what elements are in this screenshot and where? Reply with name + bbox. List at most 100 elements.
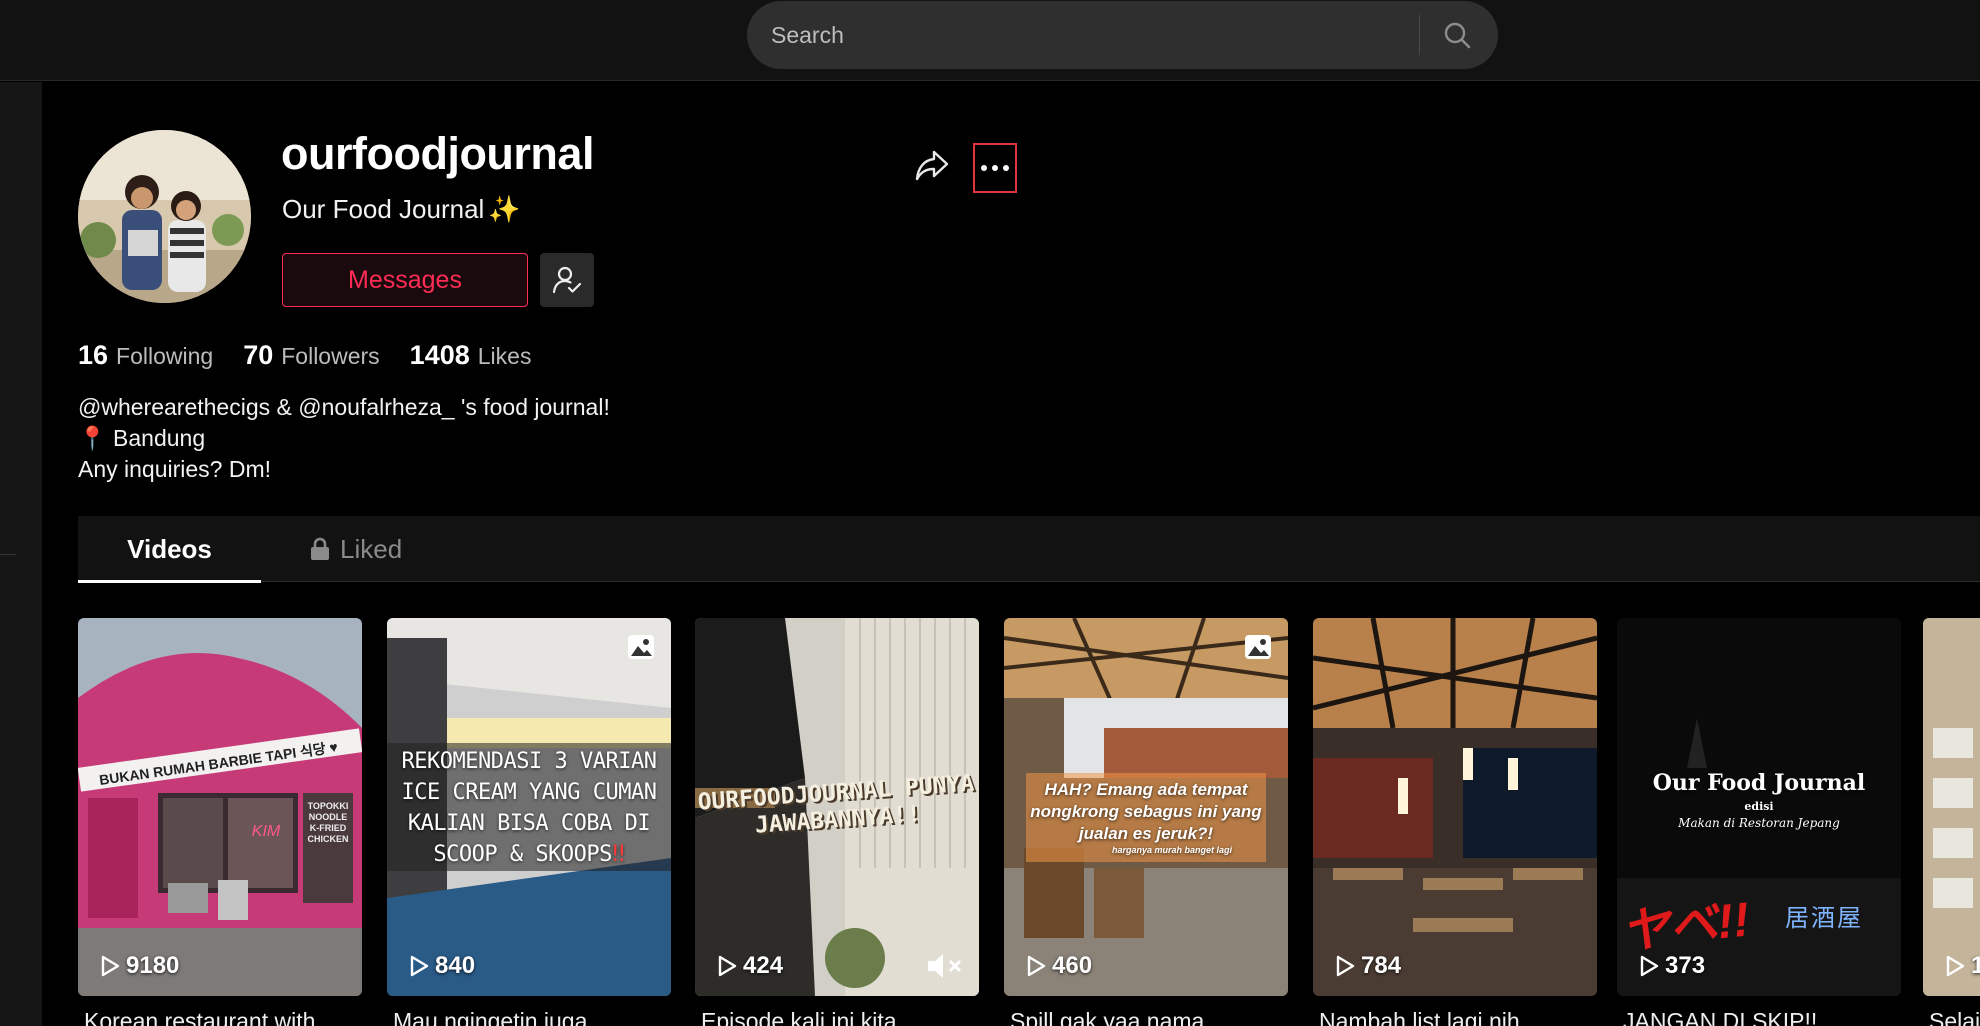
tab-liked[interactable]: Liked xyxy=(310,516,402,582)
view-count-value: 840 xyxy=(435,952,476,979)
thumbnail-image: BUKAN RUMAH BARBIE TAPI 식당 ♥ KIM TOPOKKI… xyxy=(78,618,362,996)
bio-line-1: @wherearethecigs & @noufalrheza_ 's food… xyxy=(78,394,610,420)
tab-videos[interactable]: Videos xyxy=(78,516,261,583)
left-sidebar xyxy=(0,82,42,1026)
video-caption[interactable]: Korean restaurant with xyxy=(78,1008,368,1026)
video-caption[interactable]: Episode kali ini kita xyxy=(695,1008,985,1026)
avatar-photo xyxy=(78,130,251,303)
view-count-value: 784 xyxy=(1361,952,1402,979)
thumbnail-image xyxy=(1923,618,1980,996)
sparkles-icon: ✨ xyxy=(488,194,521,224)
photo-icon xyxy=(1245,635,1271,659)
location-pin-icon: 📍 xyxy=(78,425,107,451)
following-count: 16 xyxy=(78,340,109,370)
view-count: 460 xyxy=(1026,952,1092,980)
user-check-icon xyxy=(552,266,582,294)
view-count-value: 1 xyxy=(1971,952,1980,979)
avatar[interactable] xyxy=(78,130,251,303)
stat-likes: 1408 Likes xyxy=(410,340,532,371)
video-caption[interactable]: JANGAN DI SKIP!! xyxy=(1617,1008,1907,1026)
share-icon xyxy=(915,150,949,181)
video-card[interactable]: BUKAN RUMAH BARBIE TAPI 식당 ♥ KIM TOPOKKI… xyxy=(78,618,362,1026)
overlay-text: Our Food Journal xyxy=(1652,770,1866,796)
search-button[interactable] xyxy=(1437,15,1477,55)
overlay-subtext: edisi xyxy=(1744,800,1774,813)
profile-stats: 16 Following 70 Followers 1408 Likes xyxy=(78,340,531,371)
following-status-button[interactable] xyxy=(540,253,594,307)
video-card[interactable]: Our Food Journal edisi Makan di Restoran… xyxy=(1617,618,1901,1026)
bio-location: Bandung xyxy=(113,425,206,451)
video-caption[interactable]: Nambah list lagi nih xyxy=(1313,1008,1603,1026)
view-count: 784 xyxy=(1335,952,1401,980)
share-button[interactable] xyxy=(910,145,954,185)
tab-liked-label: Liked xyxy=(340,533,403,564)
video-caption[interactable]: Mau ngingetin juga xyxy=(387,1008,677,1026)
bio-line-2: 📍 Bandung xyxy=(78,423,610,454)
video-card[interactable]: 1 Selai xyxy=(1923,618,1980,1026)
profile-bio: @wherearethecigs & @noufalrheza_ 's food… xyxy=(78,392,610,485)
play-icon xyxy=(1027,955,1046,977)
thumbnail-overlay-text: REKOMENDASI 3 VARIAN ICE CREAM YANG CUMA… xyxy=(387,746,671,870)
play-icon xyxy=(1336,955,1355,977)
search-input[interactable] xyxy=(771,19,1411,51)
video-thumbnail[interactable]: REKOMENDASI 3 VARIAN ICE CREAM YANG CUMA… xyxy=(387,618,671,996)
video-thumbnail[interactable]: OURFOODJOURNAL PUNYA JAWABANNYA!! 424 xyxy=(695,618,979,996)
view-count: 424 xyxy=(717,952,783,980)
search-bar xyxy=(747,1,1498,69)
thumbnail-image xyxy=(1313,618,1597,996)
likes-count: 1408 xyxy=(409,340,470,370)
view-count: 840 xyxy=(409,952,475,980)
video-thumbnail[interactable]: Our Food Journal edisi Makan di Restoran… xyxy=(1617,618,1901,996)
play-icon xyxy=(101,955,120,977)
video-grid: BUKAN RUMAH BARBIE TAPI 식당 ♥ KIM TOPOKKI… xyxy=(78,618,1980,1026)
double-exclamation-icon: ‼ xyxy=(611,842,625,867)
top-bar xyxy=(0,0,1980,81)
stat-following[interactable]: 16 Following xyxy=(78,340,213,371)
video-thumbnail[interactable]: HAH? Emang ada tempat nongkrong sebagus … xyxy=(1004,618,1288,996)
likes-label: Likes xyxy=(477,343,532,369)
view-count-value: 424 xyxy=(743,952,784,979)
overlay-script-text: Makan di Restoran Jepang xyxy=(1678,816,1840,830)
following-label: Following xyxy=(116,343,214,369)
search-icon xyxy=(1444,22,1471,49)
video-card[interactable]: OURFOODJOURNAL PUNYA JAWABANNYA!! 424 Ep… xyxy=(695,618,979,1026)
view-count-value: 373 xyxy=(1665,952,1706,979)
video-card[interactable]: REKOMENDASI 3 VARIAN ICE CREAM YANG CUMA… xyxy=(387,618,671,1026)
view-count: 9180 xyxy=(100,952,179,980)
play-icon xyxy=(718,955,737,977)
stat-followers[interactable]: 70 Followers xyxy=(243,340,379,371)
sidebar-divider xyxy=(0,554,16,555)
view-count-value: 9180 xyxy=(126,952,180,979)
video-card[interactable]: HAH? Emang ada tempat nongkrong sebagus … xyxy=(1004,618,1288,1026)
search-divider xyxy=(1419,15,1420,55)
profile-tabs: Videos Liked xyxy=(78,516,1980,583)
photo-icon xyxy=(628,635,654,659)
lock-icon xyxy=(311,537,329,560)
followers-label: Followers xyxy=(281,343,380,369)
video-caption[interactable]: Spill gak yaa nama xyxy=(1004,1008,1294,1026)
neon-sign-blue: 居酒屋 xyxy=(1785,905,1863,932)
messages-button[interactable]: Messages xyxy=(282,253,528,307)
more-options-button[interactable] xyxy=(973,143,1017,193)
play-icon xyxy=(1946,955,1965,977)
view-count: 1 xyxy=(1945,952,1980,980)
video-card[interactable]: 784 Nambah list lagi nih xyxy=(1313,618,1597,1026)
profile-display-name: Our Food Journal ✨ xyxy=(282,194,521,225)
video-caption[interactable]: Selai xyxy=(1923,1008,1980,1026)
view-count-value: 460 xyxy=(1052,952,1093,979)
video-thumbnail[interactable]: BUKAN RUMAH BARBIE TAPI 식당 ♥ KIM TOPOKKI… xyxy=(78,618,362,996)
video-thumbnail[interactable]: 784 xyxy=(1313,618,1597,996)
neon-sign-text: KIM xyxy=(252,823,281,840)
more-dots-icon xyxy=(981,165,1009,171)
overlay-subtext: harganya murah banget lagi xyxy=(1111,845,1232,855)
overlay-text: HAH? Emang ada tempat nongkrong sebagus … xyxy=(1030,780,1262,843)
profile-username: ourfoodjournal xyxy=(281,128,594,179)
video-thumbnail[interactable]: 1 xyxy=(1923,618,1980,996)
play-icon xyxy=(410,955,429,977)
followers-count: 70 xyxy=(243,340,274,370)
bio-line-3: Any inquiries? Dm! xyxy=(78,456,272,482)
thumbnail-overlay: HAH? Emang ada tempat nongkrong sebagus … xyxy=(1026,773,1266,862)
muted-icon[interactable] xyxy=(925,952,965,980)
play-icon xyxy=(1640,955,1659,977)
neon-sign-red: ヤベ!! xyxy=(1619,893,1752,960)
